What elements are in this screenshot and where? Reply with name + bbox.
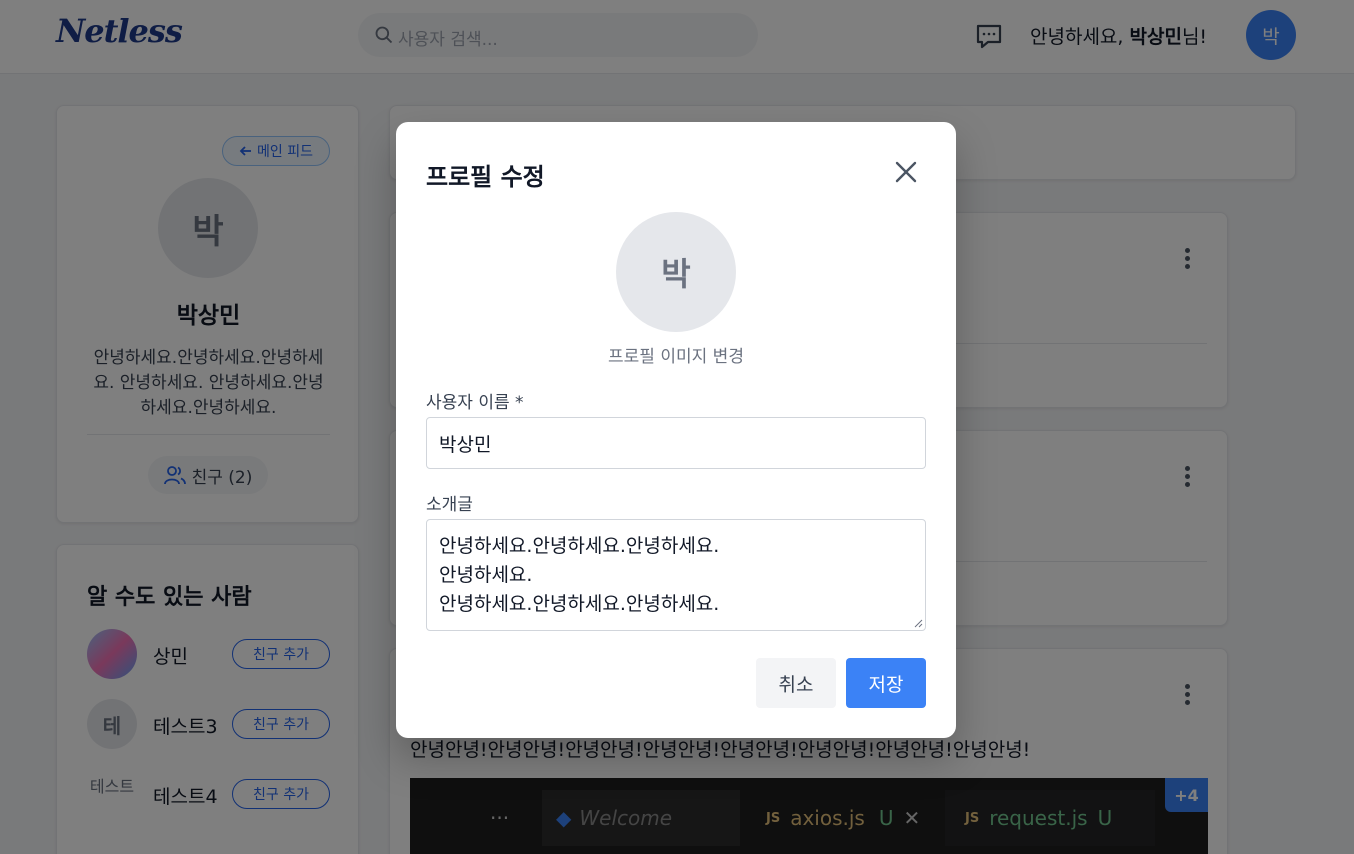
modal-title: 프로필 수정 bbox=[426, 163, 545, 191]
close-icon[interactable] bbox=[892, 158, 920, 186]
modal-avatar[interactable]: 박 bbox=[616, 212, 736, 332]
bio-label: 소개글 bbox=[426, 495, 473, 515]
bio-text: 안녕하세요.안녕하세요.안녕하세요. 안녕하세요. 안녕하세요.안녕하세요.안녕… bbox=[439, 535, 720, 615]
cancel-button[interactable]: 취소 bbox=[756, 658, 836, 708]
change-profile-image-link[interactable]: 프로필 이미지 변경 bbox=[396, 342, 956, 367]
username-field[interactable]: 박상민 bbox=[426, 417, 926, 469]
resize-handle-icon[interactable] bbox=[914, 619, 923, 628]
edit-profile-modal: 프로필 수정 박 프로필 이미지 변경 사용자 이름 * 박상민 소개글 안녕하… bbox=[396, 122, 956, 738]
username-label: 사용자 이름 * bbox=[426, 393, 524, 413]
bio-textarea[interactable]: 안녕하세요.안녕하세요.안녕하세요. 안녕하세요. 안녕하세요.안녕하세요.안녕… bbox=[426, 519, 926, 631]
save-button[interactable]: 저장 bbox=[846, 658, 926, 708]
